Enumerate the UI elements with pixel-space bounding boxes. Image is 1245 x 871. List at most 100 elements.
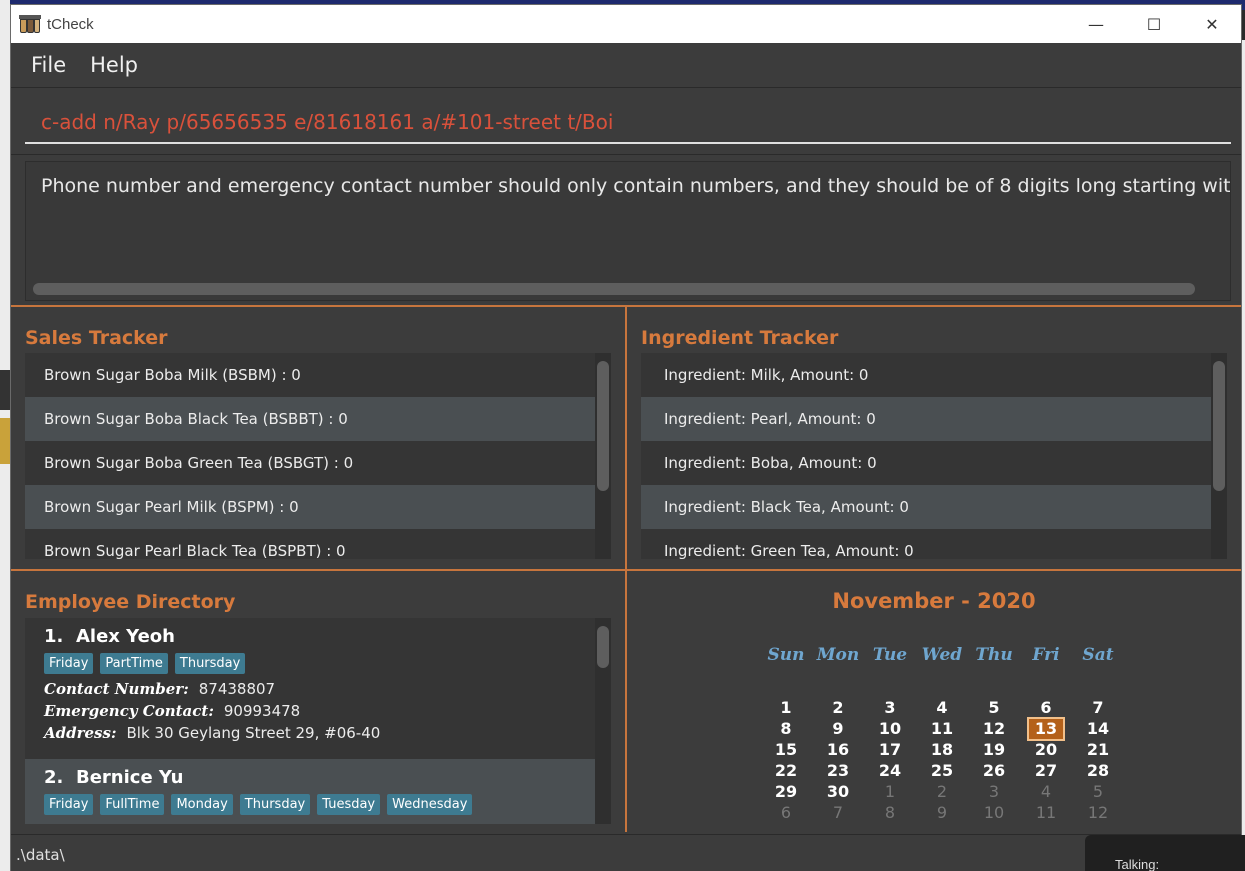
calendar-day[interactable]: 2 xyxy=(812,697,864,718)
menu-bar: File Help xyxy=(11,43,1241,87)
calendar-day[interactable]: 14 xyxy=(1072,718,1124,739)
taskbar-popup: Talking: xyxy=(1085,835,1245,871)
calendar-day[interactable]: 2 xyxy=(916,781,968,802)
app-window: tCheck — ☐ ✕ File Help Phone number and … xyxy=(10,4,1242,871)
list-item[interactable]: Brown Sugar Pearl Black Tea (BSPBT) : 0 xyxy=(25,529,595,559)
employee-tag: Friday xyxy=(44,653,94,674)
maximize-button[interactable]: ☐ xyxy=(1125,5,1183,43)
sales-tracker-panel: Sales Tracker Brown Sugar Boba Milk (BSB… xyxy=(11,307,625,569)
calendar-day[interactable]: 9 xyxy=(916,802,968,823)
calendar-day[interactable]: 23 xyxy=(812,760,864,781)
calendar-day[interactable]: 24 xyxy=(864,760,916,781)
app-logo-icon xyxy=(19,13,41,35)
calendar-grid: 1 2 3 4 5 6 7 8 9 10 11 12 13 14 15 16 17 18 19 20 21 22 23 24 2… xyxy=(760,697,1124,823)
calendar-week-row: 1234567 xyxy=(760,697,1124,718)
employee-list: 1. Alex Yeoh Friday PartTime Thursday Co… xyxy=(25,618,595,824)
calendar-day[interactable]: 9 xyxy=(812,718,864,739)
weekday-label: Fri xyxy=(1032,645,1060,665)
employee-scrollbar[interactable] xyxy=(597,626,609,668)
calendar-day[interactable]: 11 xyxy=(1020,802,1072,823)
list-item[interactable]: Brown Sugar Pearl Milk (BSPM) : 0 xyxy=(25,485,595,529)
address-value: Blk 30 Geylang Street 29, #06-40 xyxy=(126,724,381,742)
sales-scrollbar[interactable] xyxy=(597,361,609,491)
address-label: Address: xyxy=(44,724,117,742)
employee-index: 2. xyxy=(44,767,64,788)
calendar-day[interactable]: 8 xyxy=(864,802,916,823)
result-display[interactable]: Phone number and emergency contact numbe… xyxy=(25,161,1231,301)
list-item[interactable]: Brown Sugar Boba Milk (BSBM) : 0 xyxy=(25,353,595,397)
list-item[interactable]: Brown Sugar Boba Green Tea (BSBGT) : 0 xyxy=(25,441,595,485)
ingredient-scrollbar[interactable] xyxy=(1213,361,1225,491)
list-item[interactable]: Ingredient: Green Tea, Amount: 0 xyxy=(641,529,1211,559)
title-bar[interactable]: tCheck — ☐ ✕ xyxy=(11,5,1241,43)
calendar-day[interactable]: 5 xyxy=(968,697,1020,718)
calendar-day[interactable]: 1 xyxy=(760,697,812,718)
calendar-day[interactable]: 3 xyxy=(968,781,1020,802)
calendar-day[interactable]: 12 xyxy=(968,718,1020,739)
calendar-day[interactable]: 1 xyxy=(864,781,916,802)
calendar-day[interactable]: 10 xyxy=(864,718,916,739)
calendar-day[interactable]: 25 xyxy=(916,760,968,781)
calendar-day[interactable]: 16 xyxy=(812,739,864,760)
calendar-day-today[interactable]: 13 xyxy=(1020,717,1072,741)
calendar-day[interactable]: 5 xyxy=(1072,781,1124,802)
list-item[interactable]: Brown Sugar Boba Black Tea (BSBBT) : 0 xyxy=(25,397,595,441)
ingredient-tracker-panel: Ingredient Tracker Ingredient: Milk, Amo… xyxy=(627,307,1241,569)
list-item[interactable]: Ingredient: Boba, Amount: 0 xyxy=(641,441,1211,485)
menu-help[interactable]: Help xyxy=(78,53,150,77)
calendar-day[interactable]: 11 xyxy=(916,718,968,739)
employee-card[interactable]: 1. Alex Yeoh Friday PartTime Thursday Co… xyxy=(25,618,595,759)
ingredient-list: Ingredient: Milk, Amount: 0 Ingredient: … xyxy=(641,353,1211,559)
window-title: tCheck xyxy=(47,15,94,33)
calendar-week-row: 6 7 8 9 10 11 12 xyxy=(760,802,1124,823)
calendar-day[interactable]: 19 xyxy=(968,739,1020,760)
calendar-day[interactable]: 6 xyxy=(1020,697,1072,718)
list-item[interactable]: Ingredient: Black Tea, Amount: 0 xyxy=(641,485,1211,529)
employee-tag: Tuesday xyxy=(317,794,381,815)
calendar-day[interactable]: 17 xyxy=(864,739,916,760)
close-button[interactable]: ✕ xyxy=(1183,5,1241,43)
weekday-label: Tue xyxy=(872,645,908,665)
calendar-week-row: 29 30 1 2 3 4 5 xyxy=(760,781,1124,802)
calendar-day[interactable]: 30 xyxy=(812,781,864,802)
calendar-day[interactable]: 12 xyxy=(1072,802,1124,823)
command-input[interactable] xyxy=(25,102,1231,144)
employee-name: Bernice Yu xyxy=(76,767,184,788)
weekday-label: Mon xyxy=(816,645,860,665)
calendar-day[interactable]: 28 xyxy=(1072,760,1124,781)
calendar-day[interactable]: 6 xyxy=(760,802,812,823)
calendar-day[interactable]: 7 xyxy=(812,802,864,823)
calendar-day[interactable]: 26 xyxy=(968,760,1020,781)
calendar-weekday-header: Sun Mon Tue Wed Thu Fri Sat xyxy=(760,645,1124,665)
calendar-day[interactable]: 10 xyxy=(968,802,1020,823)
employee-tag: Thursday xyxy=(174,653,246,674)
calendar-day[interactable]: 8 xyxy=(760,718,812,739)
employee-index: 1. xyxy=(44,626,64,647)
contact-label: Contact Number: xyxy=(44,680,189,698)
calendar-day[interactable]: 22 xyxy=(760,760,812,781)
list-item[interactable]: Ingredient: Pearl, Amount: 0 xyxy=(641,397,1211,441)
calendar-day[interactable]: 4 xyxy=(916,697,968,718)
employee-card[interactable]: 2. Bernice Yu Friday FullTime Monday Thu… xyxy=(25,759,595,824)
calendar-panel: November - 2020 Sun Mon Tue Wed Thu Fri … xyxy=(627,571,1241,832)
calendar-month-title: November - 2020 xyxy=(832,589,1036,613)
calendar-day[interactable]: 21 xyxy=(1072,739,1124,760)
list-item[interactable]: Ingredient: Milk, Amount: 0 xyxy=(641,353,1211,397)
calendar-day[interactable]: 18 xyxy=(916,739,968,760)
result-message: Phone number and emergency contact numbe… xyxy=(41,175,1231,197)
calendar-day[interactable]: 4 xyxy=(1020,781,1072,802)
employee-tag: Friday xyxy=(44,794,94,815)
calendar-week-row: 22 23 24 25 26 27 28 xyxy=(760,760,1124,781)
calendar-day[interactable]: 29 xyxy=(760,781,812,802)
weekday-label: Sun xyxy=(767,645,805,665)
minimize-button[interactable]: — xyxy=(1067,5,1125,43)
calendar-day[interactable]: 27 xyxy=(1020,760,1072,781)
data-path: .\data\ xyxy=(16,846,65,864)
calendar-day[interactable]: 20 xyxy=(1020,739,1072,760)
emergency-label: Emergency Contact: xyxy=(44,702,214,720)
menu-file[interactable]: File xyxy=(19,53,78,77)
result-horizontal-scrollbar[interactable] xyxy=(33,283,1195,295)
calendar-day[interactable]: 3 xyxy=(864,697,916,718)
calendar-day[interactable]: 15 xyxy=(760,739,812,760)
calendar-day[interactable]: 7 xyxy=(1072,697,1124,718)
